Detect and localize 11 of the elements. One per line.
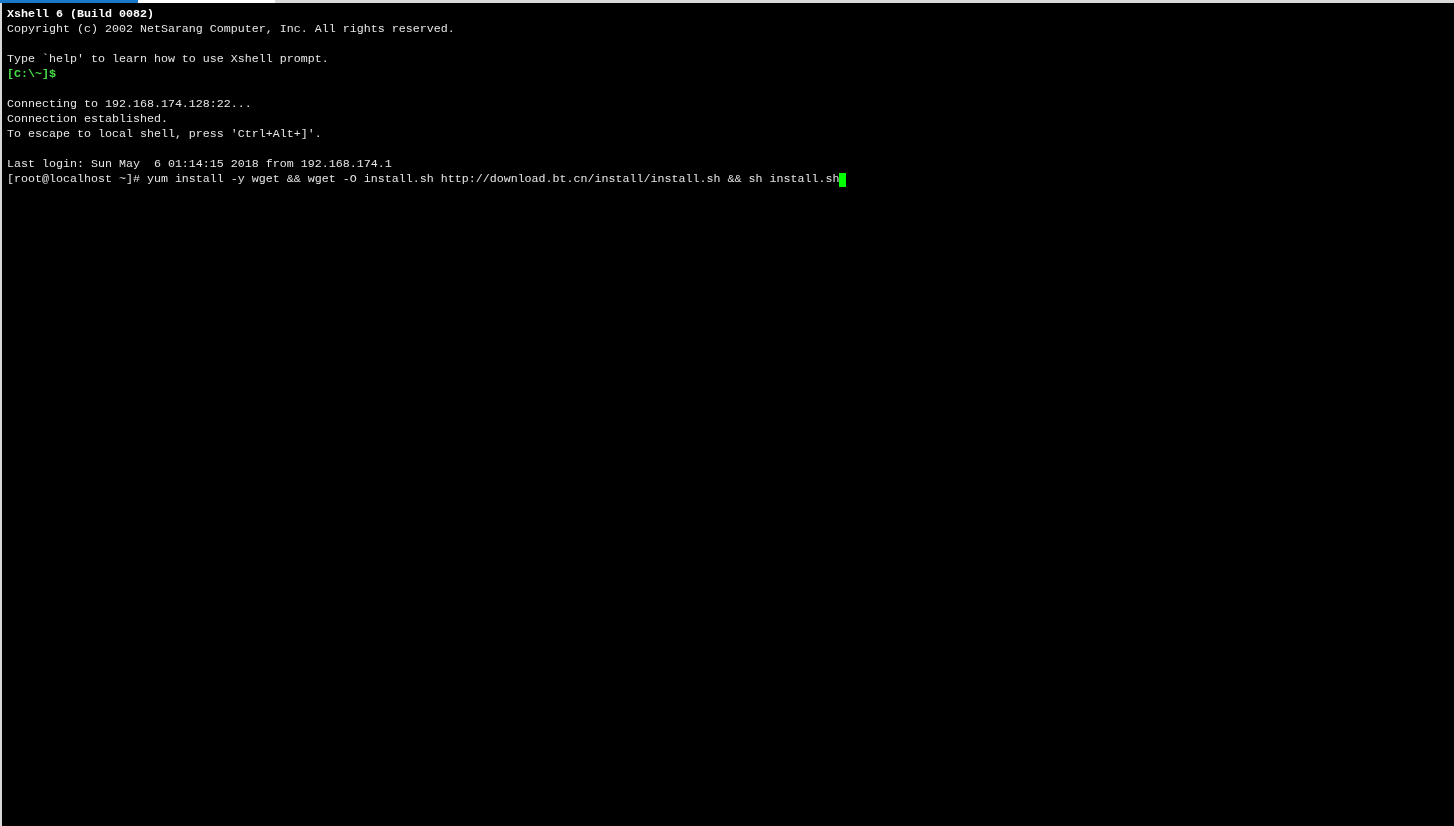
prompt-text: [C:\~]$ (7, 67, 56, 82)
terminal-line: Connecting to 192.168.174.128:22... (7, 97, 252, 112)
terminal-line: To escape to local shell, press 'Ctrl+Alt+]'. (7, 127, 322, 142)
terminal-line: Connection established. (7, 112, 168, 127)
terminal-line: Type `help' to learn how to use Xshell prompt. (7, 52, 329, 67)
terminal-line: [root@localhost ~]# yum install -y wget && wget -O install.sh http://download.bt.cn/install/install.sh && sh install.sh (7, 172, 840, 187)
terminal-line: Last login: Sun May 6 01:14:15 2018 from 192.168.174.1 (7, 157, 392, 172)
active-tab-indicator[interactable] (0, 0, 138, 3)
terminal-line: Copyright (c) 2002 NetSarang Computer, Inc. All rights reserved. (7, 22, 455, 37)
terminal-line: Xshell 6 (Build 0082) (7, 7, 154, 22)
tab-indicator[interactable] (138, 0, 275, 3)
